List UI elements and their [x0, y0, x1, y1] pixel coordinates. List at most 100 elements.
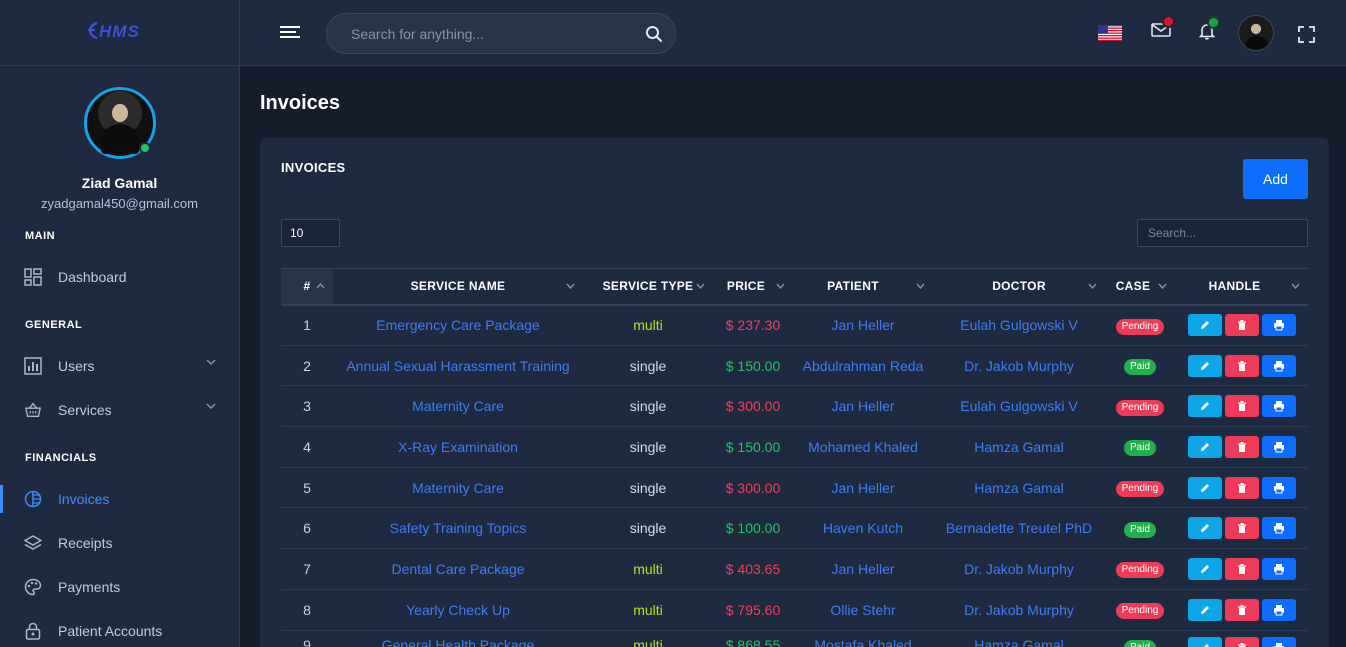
profile-email: zyadgamal450@gmail.com [41, 196, 198, 211]
user-avatar[interactable] [1238, 15, 1274, 51]
delete-button[interactable] [1224, 435, 1259, 458]
cell-service-name[interactable]: Emergency Care Package [333, 304, 583, 346]
profile-avatar[interactable] [83, 87, 156, 159]
sidebar-item-payments[interactable]: Payments [0, 565, 240, 609]
delete-button[interactable] [1224, 354, 1259, 377]
column-header-service-type[interactable]: SERVICE TYPE [583, 268, 713, 306]
print-button[interactable] [1261, 636, 1296, 647]
cell-doctor[interactable]: Hamza Gamal [933, 467, 1105, 509]
cell-doctor[interactable]: Hamza Gamal [933, 426, 1105, 468]
printer-icon [1273, 642, 1284, 647]
delete-button[interactable] [1224, 476, 1259, 499]
cell-patient[interactable]: Jan Heller [793, 304, 933, 346]
cell-service-name[interactable]: Yearly Check Up [333, 589, 583, 631]
sort-desc-icon [1158, 283, 1167, 289]
cell-doctor[interactable]: Dr. Jakob Murphy [933, 548, 1105, 590]
palette-icon [24, 578, 42, 596]
table-row[interactable]: 9 General Health Package multi $ 868.55 Most… [281, 630, 1308, 647]
edit-button[interactable] [1187, 354, 1222, 377]
add-invoice-button[interactable]: Add [1243, 159, 1308, 199]
cell-doctor[interactable]: Eulah Gulgowski V [933, 304, 1105, 346]
print-button[interactable] [1261, 476, 1296, 499]
us-flag-icon[interactable] [1098, 25, 1122, 41]
sidebar-item-users[interactable]: Users [0, 344, 240, 388]
sidebar-item-dashboard[interactable]: Dashboard [0, 255, 240, 299]
print-button[interactable] [1261, 435, 1296, 458]
table-row[interactable]: 8 Yearly Check Up multi $ 795.60 Ollie Stehr… [281, 589, 1308, 631]
cell-service-type: multi [583, 304, 713, 346]
cell-service-name[interactable]: Safety Training Topics [333, 507, 583, 550]
delete-button[interactable] [1224, 636, 1259, 647]
column-header-case[interactable]: CASE [1105, 268, 1175, 306]
table-row[interactable]: 5 Maternity Care single $ 300.00 Jan Heller H… [281, 467, 1308, 509]
messages-button[interactable] [1151, 17, 1173, 43]
table-row[interactable]: 3 Maternity Care single $ 300.00 Jan Heller E… [281, 385, 1308, 428]
column-header-price[interactable]: PRICE [713, 268, 793, 306]
search-icon[interactable] [645, 25, 663, 43]
cell-service-name[interactable]: Dental Care Package [333, 548, 583, 590]
global-search-input[interactable] [327, 14, 675, 53]
column-header-doctor[interactable]: DOCTOR [933, 268, 1105, 306]
sidebar-item-services[interactable]: Services [0, 388, 240, 432]
cell-patient[interactable]: Jan Heller [793, 467, 933, 509]
print-button[interactable] [1261, 557, 1296, 580]
table-search-input[interactable] [1138, 220, 1307, 246]
delete-button[interactable] [1224, 598, 1259, 621]
table-row[interactable]: 1 Emergency Care Package multi $ 237.30 Jan … [281, 304, 1308, 346]
fullscreen-icon[interactable] [1298, 26, 1315, 43]
cell-doctor[interactable]: Dr. Jakob Murphy [933, 589, 1105, 631]
column-header-number[interactable]: # [281, 268, 333, 306]
page-length-select[interactable]: 10 [281, 219, 340, 247]
edit-button[interactable] [1187, 517, 1222, 540]
cell-service-name[interactable]: Annual Sexual Harassment Training [333, 345, 583, 387]
edit-button[interactable] [1187, 557, 1222, 580]
print-button[interactable] [1261, 354, 1296, 377]
edit-button[interactable] [1187, 435, 1222, 458]
table-row[interactable]: 2 Annual Sexual Harassment Training single… [281, 345, 1308, 387]
cell-doctor[interactable]: Eulah Gulgowski V [933, 385, 1105, 428]
cell-doctor[interactable]: Dr. Jakob Murphy [933, 345, 1105, 387]
cell-doctor[interactable]: Bernadette Treutel PhD [933, 507, 1105, 550]
table-row[interactable]: 7 Dental Care Package multi $ 403.65 Jan Hel… [281, 548, 1308, 590]
print-button[interactable] [1261, 395, 1296, 418]
cell-service-name[interactable]: General Health Package [333, 630, 583, 647]
edit-button[interactable] [1187, 395, 1222, 418]
cell-service-name[interactable]: Maternity Care [333, 385, 583, 428]
sidebar-item-patient-accounts[interactable]: Patient Accounts [0, 609, 240, 647]
main-content: Invoices INVOICES Add 10 # SERVICE NAME … [240, 67, 1346, 647]
cell-patient[interactable]: Ollie Stehr [793, 589, 933, 631]
cell-patient[interactable]: Abdulrahman Reda [793, 345, 933, 387]
cell-patient[interactable]: Jan Heller [793, 548, 933, 590]
delete-button[interactable] [1224, 395, 1259, 418]
sort-desc-icon [1088, 283, 1097, 289]
delete-button[interactable] [1224, 557, 1259, 580]
app-logo[interactable]: HMS [85, 17, 155, 48]
trash-icon [1237, 401, 1246, 412]
delete-button[interactable] [1224, 517, 1259, 540]
print-button[interactable] [1261, 517, 1296, 540]
notifications-button[interactable] [1198, 18, 1218, 45]
edit-button[interactable] [1187, 598, 1222, 621]
cell-service-name[interactable]: X-Ray Examination [333, 426, 583, 468]
column-header-patient[interactable]: PATIENT [793, 268, 933, 306]
table-row[interactable]: 4 X-Ray Examination single $ 150.00 Mohamed … [281, 426, 1308, 468]
column-header-service-name[interactable]: SERVICE NAME [333, 268, 583, 306]
sidebar-item-receipts[interactable]: Receipts [0, 521, 240, 565]
cell-doctor[interactable]: Hamza Gamal [933, 630, 1105, 647]
cell-patient[interactable]: Mostafa Khaled [793, 630, 933, 647]
edit-button[interactable] [1187, 636, 1222, 647]
cell-patient[interactable]: Mohamed Khaled [793, 426, 933, 468]
cell-patient[interactable]: Haven Kutch [793, 507, 933, 550]
table-row[interactable]: 6 Safety Training Topics single $ 100.00 Hav… [281, 507, 1308, 550]
column-header-handle[interactable]: HANDLE [1175, 268, 1308, 306]
cell-patient[interactable]: Jan Heller [793, 385, 933, 428]
cell-service-name[interactable]: Maternity Care [333, 467, 583, 509]
delete-button[interactable] [1224, 314, 1259, 337]
print-button[interactable] [1261, 598, 1296, 621]
menu-toggle-icon[interactable] [280, 26, 300, 40]
edit-button[interactable] [1187, 314, 1222, 337]
sidebar-item-invoices[interactable]: Invoices [0, 477, 240, 521]
table-search [1137, 219, 1308, 247]
print-button[interactable] [1261, 314, 1296, 337]
edit-button[interactable] [1187, 476, 1222, 499]
